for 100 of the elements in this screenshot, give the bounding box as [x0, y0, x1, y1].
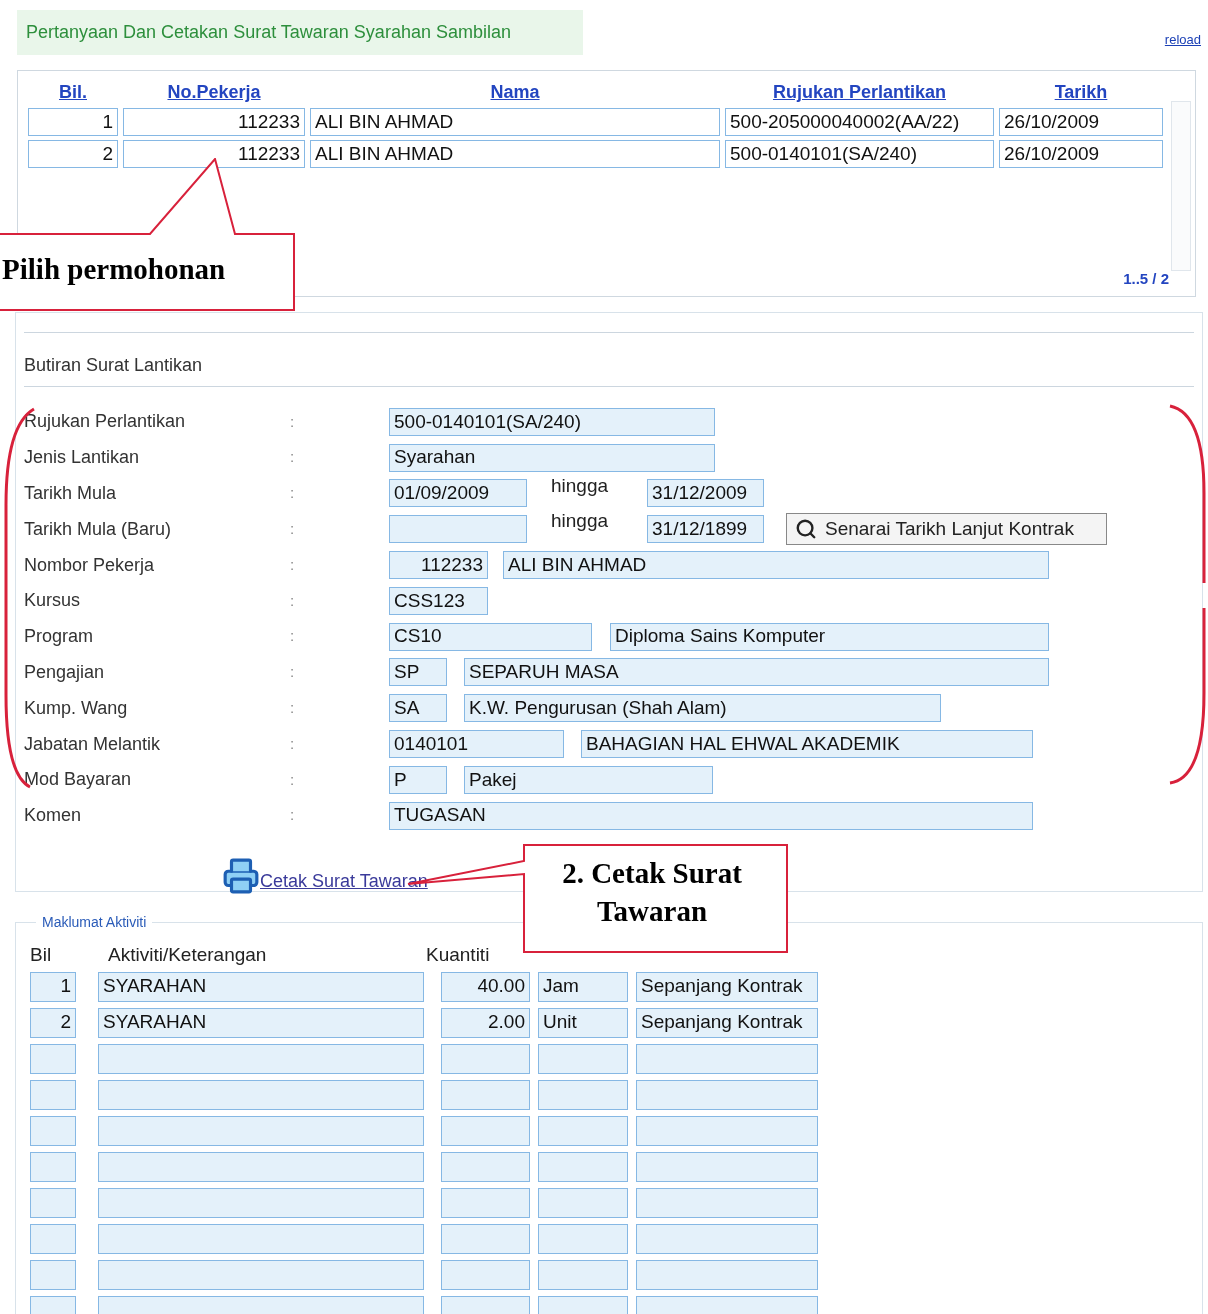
table-cell[interactable] — [98, 1223, 424, 1254]
table-cell[interactable] — [98, 1151, 424, 1182]
table-cell[interactable]: SYARAHAN — [98, 1007, 424, 1038]
pager-text: 1..5 / 2 — [1123, 268, 1169, 289]
field-label: Tarikh Mula — [24, 482, 118, 505]
table-cell[interactable] — [636, 1151, 818, 1182]
column-header[interactable]: Nama — [310, 79, 720, 106]
table-cell[interactable] — [538, 1223, 628, 1254]
table-cell[interactable]: 40.00 — [441, 971, 530, 1002]
table-cell[interactable] — [636, 1079, 818, 1110]
table-cell[interactable]: 1 — [28, 108, 118, 136]
table-cell[interactable] — [30, 1043, 76, 1074]
table-cell[interactable]: Sepanjang Kontrak — [636, 971, 818, 1002]
table-cell[interactable] — [441, 1259, 530, 1290]
column-header[interactable]: Tarikh — [999, 79, 1163, 106]
table-cell[interactable] — [538, 1079, 628, 1110]
table-cell[interactable] — [538, 1187, 628, 1218]
colon: : — [290, 805, 296, 826]
colon: : — [290, 554, 296, 575]
table-cell[interactable] — [636, 1259, 818, 1290]
table-cell[interactable]: Jam — [538, 971, 628, 1002]
table-cell[interactable] — [98, 1043, 424, 1074]
table-cell[interactable] — [30, 1151, 76, 1182]
table-cell[interactable] — [538, 1259, 628, 1290]
table-cell[interactable]: ALI BIN AHMAD — [310, 108, 720, 136]
table-cell[interactable] — [538, 1115, 628, 1146]
colon: : — [290, 411, 296, 432]
table-cell[interactable] — [636, 1043, 818, 1074]
text-field[interactable]: ALI BIN AHMAD — [503, 551, 1049, 580]
table-cell[interactable] — [30, 1115, 76, 1146]
text-field[interactable]: K.W. Pengurusan (Shah Alam) — [464, 694, 941, 723]
table-cell[interactable] — [636, 1223, 818, 1254]
table-cell[interactable] — [98, 1115, 424, 1146]
table-cell[interactable] — [441, 1187, 530, 1218]
column-header: Bil — [30, 943, 53, 967]
column-header[interactable]: Rujukan Perlantikan — [725, 79, 994, 106]
table-cell[interactable] — [636, 1115, 818, 1146]
text-field[interactable]: 01/09/2009 — [389, 479, 527, 508]
text-field[interactable]: CS10 — [389, 622, 592, 651]
colon: : — [290, 626, 296, 647]
table-cell[interactable] — [441, 1151, 530, 1182]
table-cell[interactable]: 26/10/2009 — [999, 140, 1163, 168]
text-field[interactable]: TUGASAN — [389, 801, 1033, 830]
field-label: Nombor Pekerja — [24, 553, 156, 577]
table-cell[interactable]: 112233 — [123, 108, 305, 136]
reload-link[interactable]: reload — [1164, 30, 1201, 50]
page-title: Pertanyaan Dan Cetakan Surat Tawaran Syarahan Sambilan — [17, 10, 583, 55]
text-field[interactable]: SA — [389, 694, 447, 723]
table-cell[interactable]: 500-205000040002(AA/22) — [725, 108, 994, 136]
table-cell[interactable]: 112233 — [123, 140, 305, 168]
field-label: Rujukan Perlantikan — [24, 410, 187, 434]
table-cell[interactable]: Sepanjang Kontrak — [636, 1007, 818, 1038]
text-field[interactable]: 112233 — [389, 551, 488, 580]
colon: : — [290, 483, 296, 504]
text-field[interactable]: Syarahan — [389, 443, 715, 472]
table-cell[interactable] — [30, 1187, 76, 1218]
section-title: Butiran Surat Lantikan — [24, 354, 204, 377]
text-field[interactable]: CSS123 — [389, 586, 488, 615]
field-label: Jabatan Melantik — [24, 732, 162, 756]
text-field[interactable]: BAHAGIAN HAL EHWAL AKADEMIK — [581, 730, 1033, 759]
table-cell[interactable]: 500-0140101(SA/240) — [725, 140, 994, 168]
table-cell[interactable] — [30, 1223, 76, 1254]
table-cell[interactable] — [538, 1151, 628, 1182]
table-cell[interactable] — [98, 1259, 424, 1290]
text-field[interactable] — [389, 515, 527, 544]
table-cell[interactable] — [441, 1043, 530, 1074]
text-field[interactable]: SEPARUH MASA — [464, 658, 1049, 687]
text-field[interactable]: Diploma Sains Komputer — [610, 622, 1049, 651]
colon: : — [290, 447, 296, 468]
table-cell[interactable] — [98, 1187, 424, 1218]
table-cell[interactable]: 2 — [30, 1007, 76, 1038]
table-cell[interactable]: SYARAHAN — [98, 971, 424, 1002]
text-field[interactable]: 31/12/2009 — [647, 479, 764, 508]
text-field[interactable]: 0140101 — [389, 730, 564, 759]
colon: : — [290, 769, 296, 790]
column-header[interactable]: Bil. — [28, 79, 118, 106]
text-field[interactable]: P — [389, 765, 447, 794]
text-field[interactable]: 31/12/1899 — [647, 515, 764, 544]
table-cell[interactable] — [636, 1187, 818, 1218]
colon: : — [290, 590, 296, 611]
table-cell[interactable] — [30, 1259, 76, 1290]
table-cell[interactable]: 1 — [30, 971, 76, 1002]
text-field[interactable]: SP — [389, 658, 447, 687]
table-cell[interactable] — [441, 1115, 530, 1146]
table-cell[interactable]: 26/10/2009 — [999, 108, 1163, 136]
text-field[interactable]: Pakej — [464, 765, 713, 794]
list-dates-button[interactable]: Senarai Tarikh Lanjut Kontrak — [786, 513, 1107, 546]
table-cell[interactable]: 2 — [28, 140, 118, 168]
table-cell[interactable] — [30, 1079, 76, 1110]
table-cell[interactable] — [538, 1043, 628, 1074]
table-cell[interactable] — [441, 1223, 530, 1254]
table-cell[interactable] — [98, 1079, 424, 1110]
table-cell[interactable]: ALI BIN AHMAD — [310, 140, 720, 168]
text-field[interactable]: 500-0140101(SA/240) — [389, 407, 715, 436]
table-cell[interactable]: Unit — [538, 1007, 628, 1038]
colon: : — [290, 698, 296, 718]
table-cell[interactable] — [441, 1079, 530, 1110]
column-header[interactable]: No.Pekerja — [123, 79, 305, 106]
column-header: Aktiviti/Keterangan — [108, 943, 268, 967]
table-cell[interactable]: 2.00 — [441, 1007, 530, 1038]
